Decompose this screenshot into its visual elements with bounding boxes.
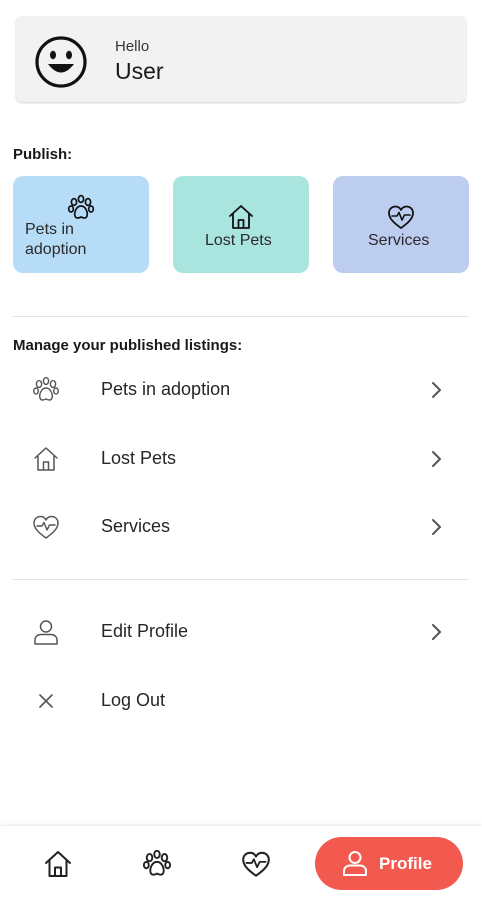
paw-icon — [67, 194, 95, 219]
list-item-label: Lost Pets — [101, 448, 177, 468]
profile-screen: Hello User Publish: Pets in adoption Los… — [0, 0, 482, 900]
chevron-right-icon — [432, 382, 441, 398]
paw-icon[interactable] — [141, 848, 173, 880]
house-icon — [34, 447, 58, 471]
user-icon — [34, 620, 58, 645]
heart-pulse-icon — [33, 515, 59, 539]
edit-profile-item[interactable]: Edit Profile — [0, 604, 482, 660]
manage-lost-pets-item[interactable]: Lost Pets — [0, 431, 482, 487]
log-out-item[interactable]: Log Out — [0, 673, 482, 729]
username: User — [115, 58, 164, 84]
chevron-right-icon — [432, 624, 441, 640]
tile-label: Lost Pets — [205, 232, 272, 249]
publish-services-button[interactable]: Services — [333, 176, 469, 273]
smiley-avatar-icon — [35, 36, 87, 88]
publish-section-title: Publish: — [13, 146, 73, 163]
manage-section-title: Manage your published listings: — [13, 337, 243, 354]
heart-pulse-icon — [388, 205, 414, 229]
house-icon[interactable] — [42, 848, 74, 880]
divider — [13, 316, 469, 317]
profile-tab-label: Profile — [379, 854, 432, 873]
user-icon — [343, 851, 367, 876]
tile-label: Pets in adoption — [25, 221, 87, 258]
list-item-label: Pets in adoption — [101, 379, 231, 399]
tile-label: Services — [368, 232, 430, 249]
chevron-right-icon — [432, 451, 441, 467]
heart-pulse-icon[interactable] — [240, 848, 272, 880]
list-item-label: Edit Profile — [101, 621, 189, 641]
paw-icon — [33, 376, 60, 401]
manage-pets-in-adoption-item[interactable]: Pets in adoption — [0, 362, 482, 418]
list-item-label: Log Out — [101, 690, 166, 710]
house-icon — [229, 205, 253, 229]
publish-lost-pets-button[interactable]: Lost Pets — [173, 176, 309, 273]
manage-services-item[interactable]: Services — [0, 499, 482, 555]
greeting-text: Hello — [115, 38, 150, 55]
close-icon — [39, 694, 53, 708]
bottom-navigation-bar: Profile — [0, 826, 482, 900]
profile-tab-button[interactable]: Profile — [315, 837, 463, 890]
chevron-right-icon — [432, 519, 441, 535]
divider — [13, 579, 469, 580]
list-item-label: Services — [101, 516, 171, 536]
publish-pets-in-adoption-button[interactable]: Pets in adoption — [13, 176, 149, 273]
